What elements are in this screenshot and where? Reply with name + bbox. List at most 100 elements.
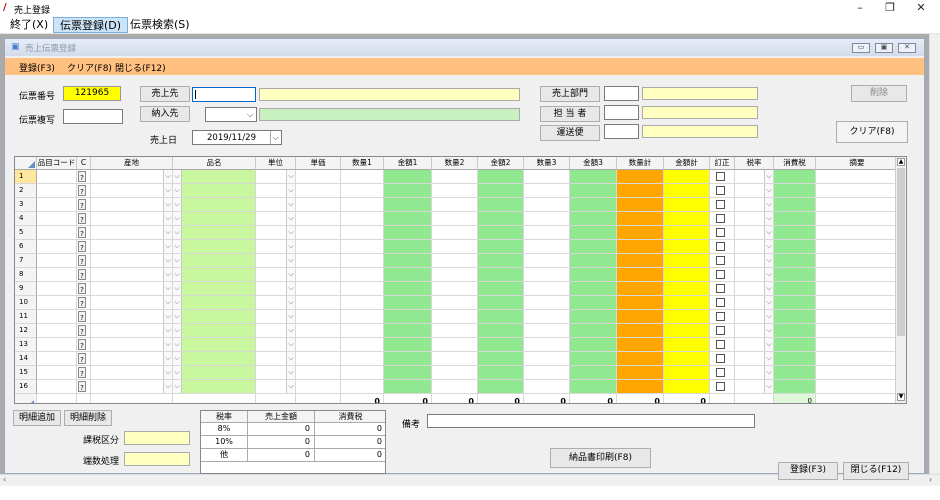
grid-cell-code[interactable] xyxy=(37,282,77,296)
child-restore-icon[interactable]: ▣ xyxy=(875,43,893,53)
grid-cell-a1[interactable] xyxy=(384,352,432,366)
grid-cell-a2[interactable] xyxy=(478,268,524,282)
grid-cell-tani[interactable]: ⌵ xyxy=(256,184,296,198)
lookup-icon[interactable]: ? xyxy=(78,213,86,224)
row-number[interactable]: 8 xyxy=(15,268,37,282)
menu-exit[interactable]: 終了(X) xyxy=(4,17,54,33)
chevron-down-icon[interactable]: ⌵ xyxy=(286,310,295,323)
grid-cell-c[interactable]: ? xyxy=(77,240,91,254)
grid-header-zei[interactable]: 税率 xyxy=(735,157,774,170)
chevron-down-icon[interactable]: ⌵ xyxy=(173,240,182,253)
row-number[interactable]: 3 xyxy=(15,198,37,212)
chevron-down-icon[interactable]: ⌵ xyxy=(173,338,182,351)
grid-cell-qt[interactable] xyxy=(617,198,664,212)
grid-cell-a2[interactable] xyxy=(478,296,524,310)
grid-cell-tei[interactable] xyxy=(710,240,735,254)
uriage-bumon-button[interactable]: 売上部門 xyxy=(540,86,600,102)
row-number[interactable]: 2 xyxy=(15,184,37,198)
grid-cell-c[interactable]: ? xyxy=(77,310,91,324)
row-number[interactable]: 16 xyxy=(15,380,37,394)
nonyu-saki-button[interactable]: 納入先 xyxy=(140,106,190,122)
grid-cell-qt[interactable] xyxy=(617,366,664,380)
grid-cell-a3[interactable] xyxy=(570,282,617,296)
chevron-down-icon[interactable]: ⌵ xyxy=(173,380,182,393)
teisei-checkbox[interactable] xyxy=(716,284,725,293)
grid-cell-at[interactable] xyxy=(664,240,710,254)
grid-cell-hinmei[interactable]: ⌵ xyxy=(173,282,256,296)
grid-cell-sanchi[interactable]: ⌵ xyxy=(91,310,173,324)
grid-cell-hinmei[interactable]: ⌵ xyxy=(173,324,256,338)
grid-cell-sanchi[interactable]: ⌵ xyxy=(91,324,173,338)
chevron-down-icon[interactable]: ⌵ xyxy=(163,198,172,211)
grid-cell-tei[interactable] xyxy=(710,324,735,338)
unsou-code[interactable] xyxy=(604,124,639,139)
lookup-icon[interactable]: ? xyxy=(78,227,86,238)
grid-cell-q1[interactable] xyxy=(341,310,384,324)
chevron-down-icon[interactable]: ⌵ xyxy=(286,366,295,379)
grid-cell-at[interactable] xyxy=(664,338,710,352)
grid-cell-code[interactable] xyxy=(37,198,77,212)
tantou-code[interactable] xyxy=(604,105,639,120)
lookup-icon[interactable]: ? xyxy=(78,297,86,308)
tantou-button[interactable]: 担 当 者 xyxy=(540,106,600,122)
grid-cell-q3[interactable] xyxy=(524,352,570,366)
grid-cell-a3[interactable] xyxy=(570,366,617,380)
grid-cell-at[interactable] xyxy=(664,366,710,380)
grid-cell-sanchi[interactable]: ⌵ xyxy=(91,170,173,184)
grid-cell-code[interactable] xyxy=(37,352,77,366)
grid-header-code[interactable]: 品目コード xyxy=(37,157,77,170)
print-delivery-button[interactable]: 納品書印刷(F8) xyxy=(550,448,651,468)
grid-cell-tanka[interactable] xyxy=(296,226,341,240)
grid-cell-zei[interactable]: ⌵ xyxy=(735,282,774,296)
chevron-down-icon[interactable]: ⌵ xyxy=(163,380,172,393)
grid-cell-a1[interactable] xyxy=(384,282,432,296)
grid-cell-a1[interactable] xyxy=(384,296,432,310)
grid-cell-q1[interactable] xyxy=(341,352,384,366)
grid-cell-hinmei[interactable]: ⌵ xyxy=(173,338,256,352)
grid-cell-zei[interactable]: ⌵ xyxy=(735,338,774,352)
grid-cell-at[interactable] xyxy=(664,198,710,212)
chevron-down-icon[interactable]: ⌵ xyxy=(764,338,773,351)
chevron-down-icon[interactable]: ⌵ xyxy=(173,324,182,337)
row-number[interactable]: 11 xyxy=(15,310,37,324)
chevron-down-icon[interactable]: ⌵ xyxy=(286,338,295,351)
grid-cell-at[interactable] xyxy=(664,282,710,296)
grid-cell-teki[interactable] xyxy=(816,324,899,338)
chevron-down-icon[interactable]: ⌵ xyxy=(163,282,172,295)
grid-cell-code[interactable] xyxy=(37,366,77,380)
grid-cell-tax[interactable] xyxy=(774,198,816,212)
grid-cell-qt[interactable] xyxy=(617,324,664,338)
clear-button[interactable]: クリア(F8) xyxy=(836,121,908,143)
row-number[interactable]: 4 xyxy=(15,212,37,226)
lookup-icon[interactable]: ? xyxy=(78,269,86,280)
grid-cell-a2[interactable] xyxy=(478,254,524,268)
child-minimize-icon[interactable]: ▭ xyxy=(852,43,870,53)
grid-cell-q3[interactable] xyxy=(524,212,570,226)
grid-cell-hinmei[interactable]: ⌵ xyxy=(173,268,256,282)
grid-cell-a3[interactable] xyxy=(570,254,617,268)
uriage-saki-code-input[interactable] xyxy=(192,87,256,102)
grid-cell-qt[interactable] xyxy=(617,268,664,282)
chevron-down-icon[interactable]: ⌵ xyxy=(286,212,295,225)
grid-cell-q2[interactable] xyxy=(432,324,478,338)
chevron-down-icon[interactable]: ⌵ xyxy=(173,282,182,295)
grid-cell-tani[interactable]: ⌵ xyxy=(256,282,296,296)
grid-cell-q3[interactable] xyxy=(524,170,570,184)
grid-cell-a3[interactable] xyxy=(570,212,617,226)
chevron-down-icon[interactable]: ⌵ xyxy=(163,366,172,379)
grid-cell-a1[interactable] xyxy=(384,212,432,226)
grid-cell-a2[interactable] xyxy=(478,226,524,240)
grid-cell-q3[interactable] xyxy=(524,282,570,296)
grid-cell-q1[interactable] xyxy=(341,324,384,338)
grid-cell-qt[interactable] xyxy=(617,240,664,254)
grid-cell-tei[interactable] xyxy=(710,212,735,226)
grid-cell-tei[interactable] xyxy=(710,338,735,352)
grid-cell-tanka[interactable] xyxy=(296,282,341,296)
grid-cell-tax[interactable] xyxy=(774,366,816,380)
scroll-left-icon[interactable]: ‹ xyxy=(3,475,6,484)
grid-cell-tei[interactable] xyxy=(710,198,735,212)
grid-cell-a2[interactable] xyxy=(478,198,524,212)
grid-cell-tei[interactable] xyxy=(710,254,735,268)
menu-denpyo-search[interactable]: 伝票検索(S) xyxy=(124,17,196,33)
grid-cell-tani[interactable]: ⌵ xyxy=(256,212,296,226)
